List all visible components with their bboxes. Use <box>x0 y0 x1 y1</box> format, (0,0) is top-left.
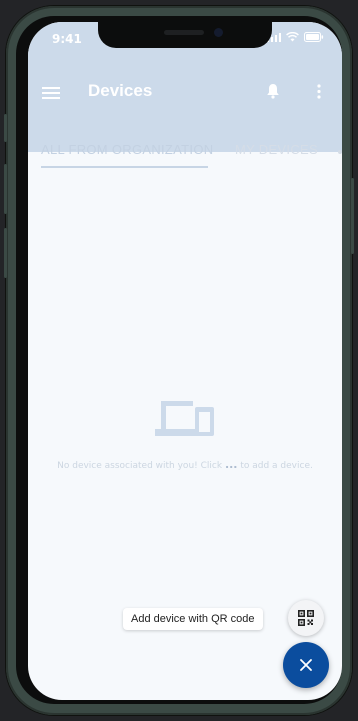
tab-my-devices[interactable]: MY DEVICES <box>235 142 318 157</box>
phone-side-button-right <box>351 178 354 254</box>
close-icon <box>300 659 312 671</box>
bell-icon[interactable] <box>266 83 280 99</box>
status-icons <box>267 32 324 42</box>
tab-indicator <box>41 166 208 168</box>
close-fab-button[interactable] <box>283 642 329 688</box>
front-camera <box>214 28 223 37</box>
hamburger-menu-icon[interactable] <box>42 86 60 100</box>
tab-overflow-hint <box>338 150 342 154</box>
devices-icon <box>155 401 214 436</box>
wifi-icon <box>286 32 299 42</box>
empty-message-dots: ... <box>224 458 238 471</box>
phone-side-button-left <box>4 164 7 214</box>
phone-side-button-left <box>4 228 7 278</box>
more-vertical-icon[interactable] <box>317 84 321 99</box>
speaker <box>164 30 204 35</box>
empty-message-after: to add a device. <box>240 461 313 471</box>
battery-icon <box>304 32 324 42</box>
qr-code-button[interactable] <box>288 600 324 636</box>
qr-code-icon <box>298 610 314 626</box>
tab-all-from-organization[interactable]: ALL FROM ORGANIZATION <box>41 142 213 157</box>
tab-bar: ALL FROM ORGANIZATION MY DEVICES <box>28 130 342 170</box>
notch <box>98 22 272 48</box>
empty-state-message: No device associated with you! Click ...… <box>28 458 342 471</box>
phone-screen: 9:41 Devices ALL FROM ORGANIZATION MY DE… <box>28 22 342 700</box>
phone-side-button-left <box>4 114 7 142</box>
status-time: 9:41 <box>52 32 82 46</box>
add-device-qr-label[interactable]: Add device with QR code <box>123 608 263 630</box>
empty-message-before: No device associated with you! Click <box>57 461 223 471</box>
page-title: Devices <box>88 81 153 100</box>
